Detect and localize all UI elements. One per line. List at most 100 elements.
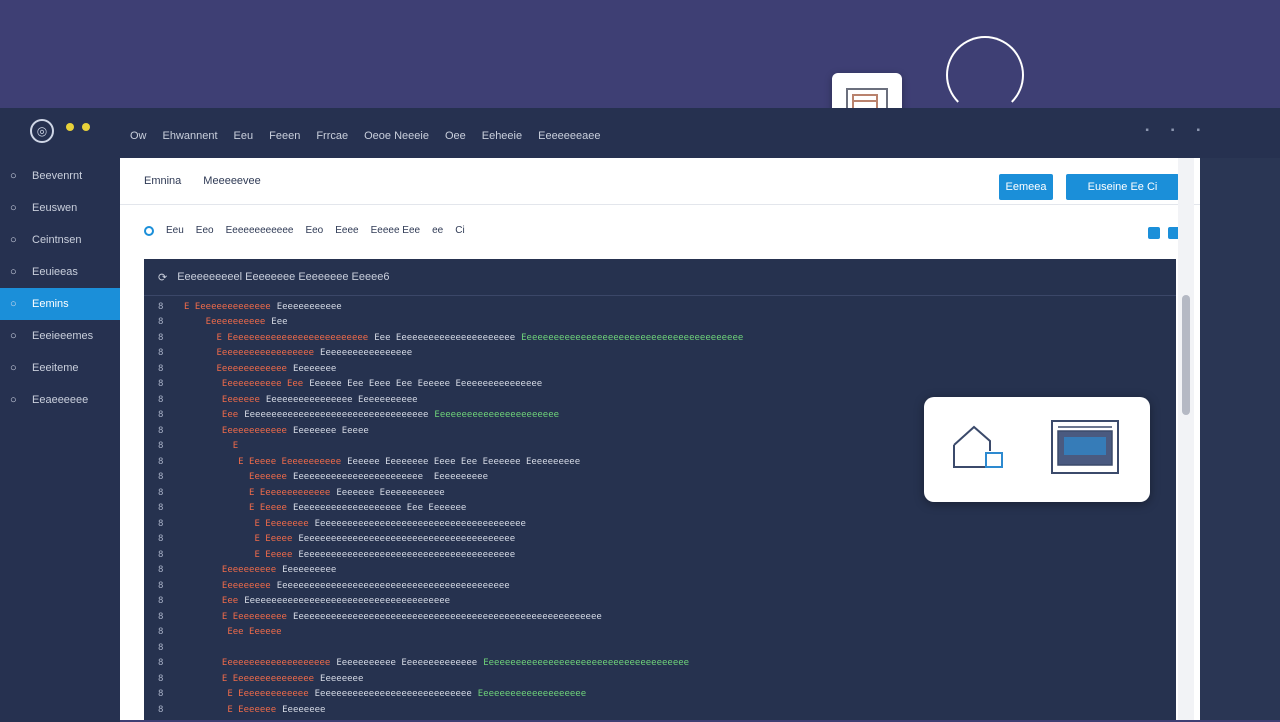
menu-item[interactable]: Ehwannent — [163, 130, 218, 142]
scrollbar-thumb[interactable] — [1182, 295, 1190, 415]
circle-icon: ○ — [10, 394, 17, 406]
code-keyword: Eee — [184, 596, 239, 607]
app-logo-icon[interactable]: ◎ — [30, 119, 54, 143]
primary-action-button[interactable]: Euseine Ee Ci — [1066, 174, 1179, 200]
home-icon[interactable] — [950, 421, 1006, 473]
code-text: Eeeeeeeeeeee — [276, 301, 342, 312]
breadcrumb: Emnina Meeeeevee — [144, 175, 261, 187]
window-control-icon[interactable]: ▪ — [1145, 125, 1149, 136]
code-line: 8 E Eeeee Eeeeeeeeeeeeeeeeeeeeeeeeeeeeeee… — [144, 547, 1176, 563]
code-text: Eeeeee Eeeeeeee Eeee Eee Eeeeeee Eeeeeee… — [347, 456, 581, 467]
code-text: Eeeeee Eee Eeee Eee Eeeeee Eeeeeeeeeeeee… — [309, 379, 543, 390]
line-number: 8 — [158, 673, 164, 684]
sidebar: ○ Beevenrnt ○ Eeuswen ○ Ceintnsen ○ Eeuieeas ○ Ee… — [0, 158, 120, 722]
line-number: 8 — [158, 363, 164, 374]
code-line: 8 Eeeeeeeeeee Eee Eeeeee Eee Eeee Eee Eee… — [144, 377, 1176, 393]
toolbar-item[interactable]: ee — [432, 225, 443, 236]
circle-icon: ○ — [10, 234, 17, 246]
code-keyword: Eeeeeeeeeeeeeeeeee — [184, 348, 315, 359]
code-text: Eeeeeeeeeeeeeeeeeeeeeeeeeeeeeeeeeeeeeee — [314, 518, 526, 529]
toolbar-item[interactable]: Eeu — [166, 225, 184, 236]
window-control-icon[interactable]: ▪ — [1171, 125, 1175, 136]
sidebar-item[interactable]: ○ Eeeiteme — [0, 352, 120, 384]
toolbar-item[interactable]: Eeeee Eee — [371, 225, 421, 236]
code-line: 8 E Eeeeeeeeeeeeee Eeeeeeeeeeee — [144, 299, 1176, 315]
titlebar-controls: ▪ ▪ ▪ — [1145, 125, 1200, 136]
code-string: Eeeeeeeeeeeeeeeeeeee — [477, 689, 587, 700]
code-keyword: Eeeeeee — [184, 472, 287, 483]
sidebar-item-label: Ceintnsen — [32, 234, 82, 246]
code-text: Eeeeeee Eeeeeeeeeeee — [336, 487, 445, 498]
status-dot-icon — [66, 123, 74, 131]
code-keyword: E — [184, 441, 239, 452]
code-line: 8 Eee Eeeeee — [144, 625, 1176, 641]
code-panel-title: Eeeeeeeeeel Eeeeeeee Eeeeeeee Eeeee6 — [177, 271, 390, 283]
primary-button[interactable]: Eemeea — [999, 174, 1053, 200]
menu-item[interactable]: Ow — [130, 130, 147, 142]
refresh-icon[interactable]: ⟳ — [158, 271, 167, 284]
code-keyword: E Eeeee — [184, 503, 287, 514]
code-text: Eeeeeeeeeeeeeeeeeeeeeeee Eeeeeeeeee — [292, 472, 489, 483]
sidebar-item[interactable]: ○ Eeaeeeeee — [0, 384, 120, 416]
code-keyword: E Eeeeeee — [184, 704, 277, 715]
sidebar-item[interactable]: ○ Beevenrnt — [0, 160, 120, 192]
monitor-icon[interactable] — [1050, 419, 1120, 477]
code-line: 8 E Eeeeeeeeeeeeeee Eeeeeeee — [144, 671, 1176, 687]
code-string: Eeeeeeeeeeeeeeeeeeeeeeeeeeeeeeeeeeeeeeee… — [521, 332, 744, 343]
line-number: 8 — [158, 611, 164, 622]
code-line: 8 E Eeeee Eeeeeeeeeeeeeeeeeeeeeeeeeeeeeee… — [144, 532, 1176, 548]
code-text: Eeeeeeeeee — [282, 565, 337, 576]
status-dot-icon — [82, 123, 90, 131]
code-keyword: Eeeeeeeeeeee — [184, 425, 287, 436]
circle-icon: ○ — [10, 298, 17, 310]
sidebar-item[interactable]: ○ Ceintnsen — [0, 224, 120, 256]
line-number: 8 — [158, 580, 164, 591]
code-line: 8 Eee Eeeeeeeeeeeeeeeeeeeeeeeeeeeeeeeeeee… — [144, 594, 1176, 610]
code-keyword: E Eeeeeeeeeeeeeeeeeeeeeeeeee — [184, 332, 369, 343]
menu-item[interactable]: Oee — [445, 130, 466, 142]
code-editor[interactable]: 8 E Eeeeeeeeeeeeee Eeeeeeeeeeee 8 Eeeeeeeee… — [144, 299, 1176, 719]
code-keyword: Eeeeeeeeeee — [184, 317, 266, 328]
line-number: 8 — [158, 534, 164, 545]
sidebar-item-label: Beevenrnt — [32, 170, 83, 182]
code-keyword: E Eeeeeeeeeeeee — [184, 487, 331, 498]
code-text: Eeeeeeeeeeeeeeee Eeeeeeeeeee — [265, 394, 418, 405]
code-text: Eeeeeeee Eeeee — [292, 425, 369, 436]
line-number: 8 — [158, 410, 164, 421]
breadcrumb-item[interactable]: Emnina — [144, 175, 181, 187]
sidebar-item[interactable]: ○ Eemins — [0, 288, 120, 320]
menu-item[interactable]: Frrcae — [316, 130, 348, 142]
menu-item[interactable]: Oeoe Neeeie — [364, 130, 429, 142]
code-string: Eeeeeeeeeeeeeeeeeeeeeee — [434, 410, 560, 421]
code-line: 8 Eeeeeeeeeeeee Eeeeeeee — [144, 361, 1176, 377]
circle-icon: ○ — [10, 266, 17, 278]
toolbar-item[interactable]: Eeeeeeeeeeee — [226, 225, 294, 236]
line-number: 8 — [158, 317, 164, 328]
code-keyword: E Eeeeeeee — [184, 518, 309, 529]
window-control-icon[interactable]: ▪ — [1196, 125, 1200, 136]
toolbar-item[interactable]: Eeo — [196, 225, 214, 236]
sidebar-item[interactable]: ○ Eeeieeemes — [0, 320, 120, 352]
code-text: Eee — [271, 317, 288, 328]
menu-item[interactable]: Eeeeeeeaee — [538, 130, 600, 142]
loading-arc-icon — [946, 36, 1024, 114]
menu-item[interactable]: Eeheeie — [482, 130, 522, 142]
code-line: 8 E Eeeeeeee Eeeeeeeeeeeeeeeeeeeeeeeeeeee… — [144, 516, 1176, 532]
sidebar-item[interactable]: ○ Eeuieeas — [0, 256, 120, 288]
toolbar-item[interactable]: Eeo — [305, 225, 323, 236]
menu-item[interactable]: Feeen — [269, 130, 300, 142]
toolbar-item[interactable]: Ci — [455, 225, 464, 236]
copy-icon[interactable] — [1148, 227, 1160, 239]
line-number: 8 — [158, 565, 164, 576]
toolbar-item[interactable]: Eeee — [335, 225, 358, 236]
scrollbar-track[interactable] — [1178, 158, 1194, 720]
line-number: 8 — [158, 549, 164, 560]
breadcrumb-item[interactable]: Meeeeevee — [203, 175, 261, 187]
content-header: Emnina Meeeeevee Eemeea Euseine Ee Ci — [120, 158, 1200, 205]
sidebar-item[interactable]: ○ Eeuswen — [0, 192, 120, 224]
menu-item[interactable]: Eeu — [234, 130, 254, 142]
code-keyword: E Eeeee — [184, 549, 293, 560]
desktop-background — [0, 0, 1280, 110]
record-icon[interactable] — [144, 225, 154, 236]
code-keyword: Eeeeeeeee — [184, 580, 271, 591]
